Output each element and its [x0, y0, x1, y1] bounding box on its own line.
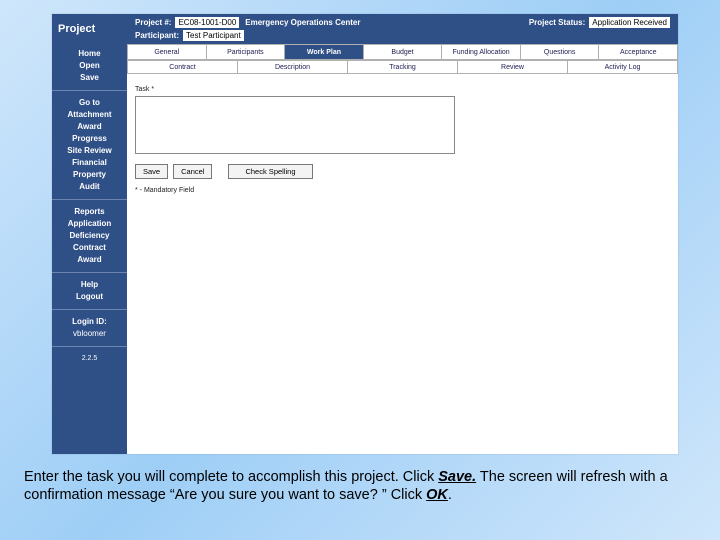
sidebar-item-reports[interactable]: Reports: [54, 206, 125, 218]
header-info: Project #: EC08-1001-D00 Emergency Opera…: [127, 14, 678, 44]
sidebar-item-logout[interactable]: Logout: [54, 291, 125, 303]
sidebar-item-progress[interactable]: Progress: [54, 133, 125, 145]
instr-save: Save.: [438, 469, 476, 485]
participant-value: Test Participant: [183, 30, 244, 41]
mandatory-note: * - Mandatory Field: [135, 187, 670, 194]
tabs-primary: General Participants Work Plan Budget Fu…: [127, 44, 678, 60]
version-label: 2.2.5: [52, 355, 127, 366]
check-spelling-button[interactable]: Check Spelling: [228, 164, 312, 179]
participant-label: Participant:: [135, 31, 179, 40]
subtab-contract[interactable]: Contract: [127, 60, 238, 74]
login-id-value: vbloomer: [54, 328, 125, 340]
sidebar-item-financial[interactable]: Financial: [54, 157, 125, 169]
sidebar-item-award2[interactable]: Award: [54, 254, 125, 266]
instr-ok: OK: [426, 487, 448, 503]
form-content: Task * Save Cancel Check Spelling * - Ma…: [127, 74, 678, 204]
main-panel: General Participants Work Plan Budget Fu…: [127, 44, 678, 454]
sidebar-item-contract[interactable]: Contract: [54, 242, 125, 254]
sidebar-item-property[interactable]: Property: [54, 169, 125, 181]
subtab-description[interactable]: Description: [238, 60, 348, 74]
tab-questions[interactable]: Questions: [521, 44, 600, 60]
tab-budget[interactable]: Budget: [364, 44, 443, 60]
project-num-value: EC08-1001-D00: [175, 17, 239, 28]
sidebar-login-block: Login ID: vbloomer: [52, 312, 127, 344]
sidebar-item-help[interactable]: Help: [54, 279, 125, 291]
tabs-secondary: Contract Description Tracking Review Act…: [127, 60, 678, 74]
subtab-review[interactable]: Review: [458, 60, 568, 74]
sidebar-item-deficiency[interactable]: Deficiency: [54, 230, 125, 242]
project-num-label: Project #:: [135, 18, 171, 27]
task-label: Task *: [135, 86, 154, 93]
sidebar-item-attachment[interactable]: Attachment: [54, 109, 125, 121]
instr-post: .: [448, 487, 452, 503]
sidebar-item-award[interactable]: Award: [54, 121, 125, 133]
sidebar-item-open[interactable]: Open: [54, 60, 125, 72]
tab-funding-allocation[interactable]: Funding Allocation: [442, 44, 521, 60]
project-status-label: Project Status:: [529, 18, 585, 27]
sidebar: Home Open Save Go to Attachment Award Pr…: [52, 44, 127, 454]
instruction-text: Enter the task you will complete to acco…: [24, 468, 696, 504]
tab-general[interactable]: General: [127, 44, 207, 60]
tab-participants[interactable]: Participants: [207, 44, 286, 60]
login-id-label: Login ID:: [54, 316, 125, 328]
sidebar-group-reports: Reports Application Deficiency Contract …: [52, 202, 127, 270]
cancel-button[interactable]: Cancel: [173, 164, 212, 179]
sidebar-item-home[interactable]: Home: [54, 48, 125, 60]
sidebar-item-audit[interactable]: Audit: [54, 181, 125, 193]
task-textarea[interactable]: [135, 96, 455, 154]
sidebar-group-goto: Go to Attachment Award Progress Site Rev…: [52, 93, 127, 197]
sidebar-item-goto[interactable]: Go to: [54, 97, 125, 109]
save-button[interactable]: Save: [135, 164, 168, 179]
sidebar-item-save[interactable]: Save: [54, 72, 125, 84]
tab-acceptance[interactable]: Acceptance: [599, 44, 678, 60]
sidebar-group-help: Help Logout: [52, 275, 127, 307]
project-status-value: Application Received: [589, 17, 670, 28]
sidebar-group-main: Home Open Save: [52, 44, 127, 88]
project-name: Emergency Operations Center: [245, 18, 360, 27]
instr-pre: Enter the task you will complete to acco…: [24, 469, 438, 485]
tab-work-plan[interactable]: Work Plan: [285, 44, 364, 60]
app-window: Project Project #: EC08-1001-D00 Emergen…: [52, 14, 678, 454]
sidebar-item-site-review[interactable]: Site Review: [54, 145, 125, 157]
brand-label: Project: [58, 23, 95, 35]
header-bar: Project Project #: EC08-1001-D00 Emergen…: [52, 14, 678, 44]
subtab-tracking[interactable]: Tracking: [348, 60, 458, 74]
subtab-activity-log[interactable]: Activity Log: [568, 60, 678, 74]
sidebar-item-application[interactable]: Application: [54, 218, 125, 230]
brand-cell: Project: [52, 14, 127, 44]
